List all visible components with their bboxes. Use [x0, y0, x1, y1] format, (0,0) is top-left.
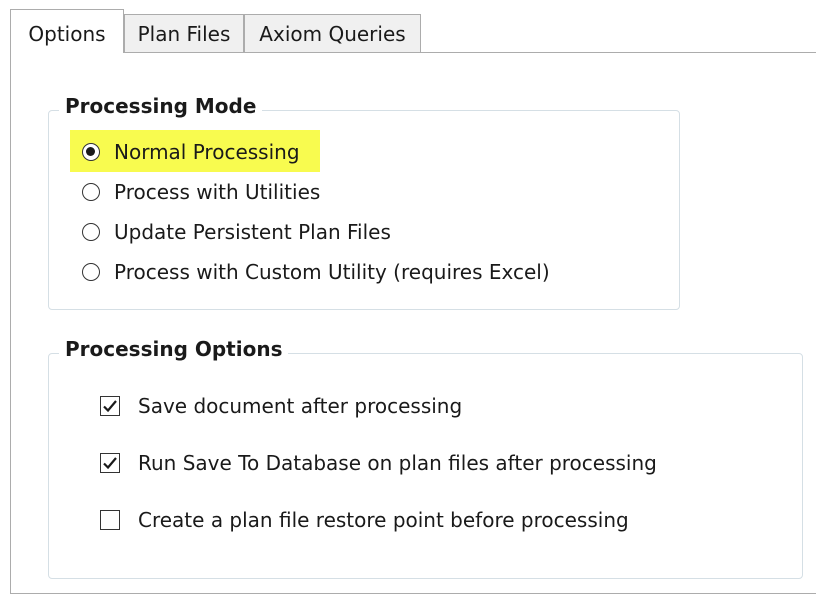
checkbox-label: Run Save To Database on plan files after…	[138, 451, 657, 475]
checkbox-checked-icon[interactable]	[100, 396, 120, 416]
tab-axiom-queries[interactable]: Axiom Queries	[244, 14, 421, 52]
checkbox-unchecked-icon[interactable]	[100, 510, 120, 530]
radio-label: Update Persistent Plan Files	[114, 220, 391, 244]
checkbox-create-restore-point[interactable]: Create a plan file restore point before …	[100, 508, 629, 532]
checkbox-label: Create a plan file restore point before …	[138, 508, 629, 532]
checkbox-run-save-to-database[interactable]: Run Save To Database on plan files after…	[100, 451, 657, 475]
checkbox-checked-icon[interactable]	[100, 453, 120, 473]
tab-strip: Options Plan Files Axiom Queries	[0, 0, 816, 53]
tab-options-label: Options	[28, 22, 106, 46]
radio-label: Process with Utilities	[114, 180, 321, 204]
radio-selected-icon[interactable]	[82, 143, 100, 161]
radio-update-persistent-plan-files[interactable]: Update Persistent Plan Files	[82, 220, 391, 244]
radio-process-with-utilities[interactable]: Process with Utilities	[82, 180, 320, 204]
radio-label: Normal Processing	[114, 140, 300, 164]
radio-unselected-icon[interactable]	[82, 223, 100, 241]
processing-mode-title: Processing Mode	[59, 94, 263, 118]
radio-unselected-icon[interactable]	[82, 183, 100, 201]
tab-axiom-queries-label: Axiom Queries	[259, 22, 406, 46]
tab-plan-files[interactable]: Plan Files	[124, 14, 244, 52]
tab-plan-files-label: Plan Files	[137, 22, 231, 46]
radio-process-with-custom-utility[interactable]: Process with Custom Utility (requires Ex…	[82, 260, 550, 284]
radio-label: Process with Custom Utility (requires Ex…	[114, 260, 550, 284]
processing-options-title: Processing Options	[59, 337, 289, 361]
checkbox-save-document[interactable]: Save document after processing	[100, 394, 462, 418]
radio-unselected-icon[interactable]	[82, 263, 100, 281]
checkbox-label: Save document after processing	[138, 394, 463, 418]
tab-options[interactable]: Options	[10, 9, 124, 53]
radio-normal-processing[interactable]: Normal Processing	[82, 140, 300, 164]
